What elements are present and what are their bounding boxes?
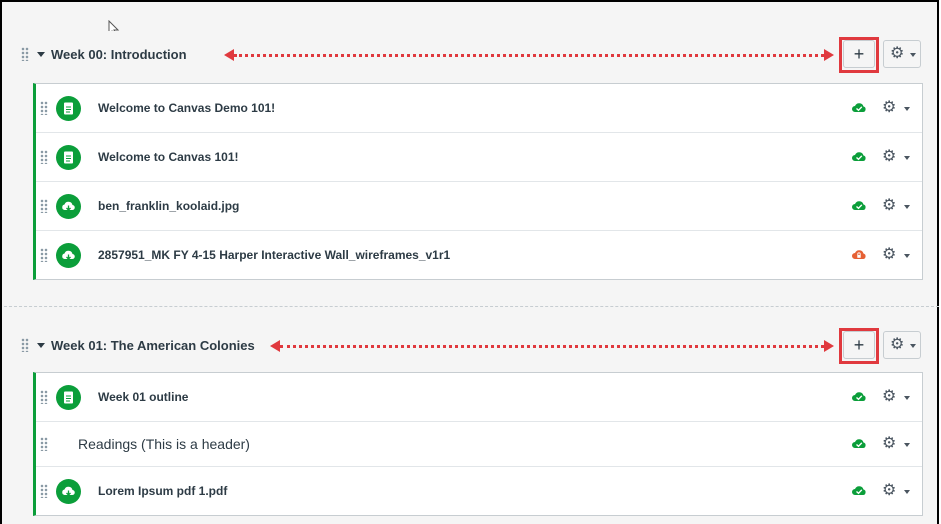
gear-icon[interactable]: ⚙: [882, 483, 896, 499]
published-icon[interactable]: [852, 150, 866, 162]
chevron-down-icon[interactable]: [904, 107, 910, 111]
list-item[interactable]: ben_franklin_koolaid.jpg ⚙: [36, 182, 922, 231]
item-title[interactable]: ben_franklin_koolaid.jpg: [98, 199, 239, 213]
annotation-arrow-head-left: [270, 340, 280, 352]
page-icon: [56, 385, 81, 410]
collapse-caret-icon[interactable]: [37, 52, 45, 57]
drag-handle-icon[interactable]: [40, 484, 48, 498]
page-icon: [56, 96, 81, 121]
drag-handle-icon[interactable]: [40, 199, 48, 213]
item-title[interactable]: 2857951_MK FY 4-15 Harper Interactive Wa…: [98, 248, 450, 262]
module-title[interactable]: Week 01: The American Colonies: [51, 338, 255, 353]
list-item[interactable]: Welcome to Canvas Demo 101! ⚙: [36, 84, 922, 133]
gear-icon[interactable]: ⚙: [882, 389, 896, 405]
gear-icon: ⚙: [890, 336, 905, 353]
cloud-download-icon: [56, 243, 81, 268]
cloud-download-icon: [56, 194, 81, 219]
module-items-list: Week 01 outline ⚙ Readings (This is a he…: [33, 372, 923, 516]
chevron-down-icon[interactable]: [904, 254, 910, 258]
gear-icon[interactable]: ⚙: [882, 198, 896, 214]
unpublished-icon[interactable]: [852, 248, 866, 260]
drag-handle-icon[interactable]: [40, 101, 48, 115]
drag-handle-icon[interactable]: [40, 150, 48, 164]
annotation-arrow-head-right: [824, 340, 834, 352]
published-icon[interactable]: [852, 199, 866, 211]
drag-handle-icon[interactable]: [21, 338, 29, 352]
page-icon: [56, 145, 81, 170]
annotation-arrow: [234, 54, 830, 57]
gear-icon[interactable]: ⚙: [882, 149, 896, 165]
published-icon[interactable]: [852, 101, 866, 113]
item-title[interactable]: Week 01 outline: [98, 390, 188, 404]
list-item[interactable]: Welcome to Canvas 101! ⚙: [36, 133, 922, 182]
item-title[interactable]: Welcome to Canvas 101!: [98, 150, 239, 164]
published-icon[interactable]: [852, 390, 866, 402]
cloud-download-icon: [56, 479, 81, 504]
text-header[interactable]: Readings (This is a header): [78, 436, 250, 452]
chevron-down-icon: [910, 344, 916, 348]
item-title[interactable]: Lorem Ipsum pdf 1.pdf: [98, 484, 227, 498]
list-item[interactable]: Week 01 outline ⚙: [36, 373, 922, 422]
annotation-arrow-head-right: [824, 49, 834, 61]
drag-handle-icon[interactable]: [21, 47, 29, 61]
chevron-down-icon[interactable]: [904, 490, 910, 494]
list-item[interactable]: 2857951_MK FY 4-15 Harper Interactive Wa…: [36, 231, 922, 279]
drag-handle-icon[interactable]: [40, 437, 48, 451]
module-settings-button[interactable]: ⚙: [883, 331, 921, 359]
chevron-down-icon: [910, 53, 916, 57]
module-title[interactable]: Week 00: Introduction: [51, 47, 187, 62]
annotation-highlight-box: [839, 328, 879, 364]
chevron-down-icon[interactable]: [904, 156, 910, 160]
gear-icon[interactable]: ⚙: [882, 100, 896, 116]
annotation-arrow-head-left: [224, 49, 234, 61]
published-icon[interactable]: [852, 484, 866, 496]
modules-page: Week 00: Introduction + ⚙ Welcome to Can…: [0, 0, 939, 524]
drag-handle-icon[interactable]: [40, 248, 48, 262]
module-settings-button[interactable]: ⚙: [883, 40, 921, 68]
collapse-caret-icon[interactable]: [37, 343, 45, 348]
chevron-down-icon[interactable]: [904, 443, 910, 447]
published-icon[interactable]: [852, 437, 866, 449]
annotation-arrow: [280, 345, 830, 348]
chevron-down-icon[interactable]: [904, 205, 910, 209]
list-item[interactable]: Lorem Ipsum pdf 1.pdf ⚙: [36, 467, 922, 515]
item-title[interactable]: Welcome to Canvas Demo 101!: [98, 101, 275, 115]
gear-icon[interactable]: ⚙: [882, 247, 896, 263]
gear-icon[interactable]: ⚙: [882, 436, 896, 452]
chevron-down-icon[interactable]: [904, 396, 910, 400]
gear-icon: ⚙: [890, 45, 905, 62]
drag-handle-icon[interactable]: [40, 390, 48, 404]
annotation-highlight-box: [839, 37, 879, 73]
module-divider: [4, 306, 939, 307]
module-items-list: Welcome to Canvas Demo 101! ⚙ Welcome to…: [33, 83, 923, 280]
list-item[interactable]: Readings (This is a header) ⚙: [36, 422, 922, 467]
